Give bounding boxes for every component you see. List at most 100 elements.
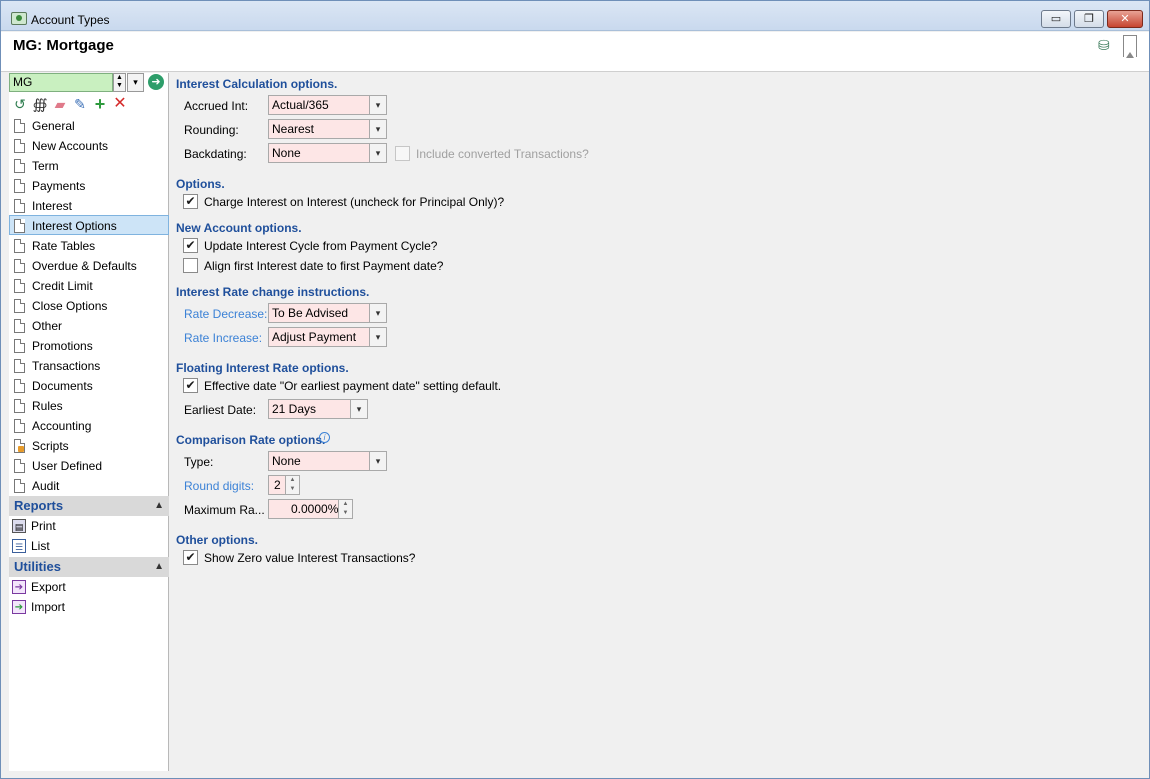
section-title-rate-change: Interest Rate change instructions. [176, 285, 370, 299]
show-zero-value-checkbox[interactable]: ✔ [183, 550, 198, 565]
spin-arrows-icon[interactable]: ▲ ▼ [285, 476, 299, 494]
sidebar-item-label: Overdue & Defaults [32, 259, 137, 273]
document-icon [14, 419, 25, 433]
eraser-icon[interactable]: ▰ [51, 95, 69, 113]
include-converted-checkbox[interactable] [395, 146, 410, 161]
sidebar-item-interest-options[interactable]: Interest Options [9, 215, 169, 235]
earliest-date-label: Earliest Date: [184, 403, 257, 417]
chevron-down-icon[interactable]: ▾ [369, 96, 386, 114]
accrued-int-select[interactable]: Actual/365 ▾ [268, 95, 387, 115]
accrued-int-label: Accrued Int: [184, 99, 249, 113]
rate-increase-value: Adjust Payment [272, 330, 357, 344]
app-icon [11, 12, 27, 25]
bookmark-icon[interactable] [1123, 35, 1137, 58]
sidebar-item-payments[interactable]: Payments [9, 175, 169, 195]
maximum-rate-stepper[interactable]: 0.0000% ▲ ▼ [268, 499, 353, 519]
accrued-int-value: Actual/365 [272, 98, 329, 112]
utilities-item-import[interactable]: ➔ Import [9, 597, 169, 617]
sidebar-item-documents[interactable]: Documents [9, 375, 169, 395]
utilities-section-header[interactable]: Utilities ▲ [9, 557, 169, 577]
money-history-icon[interactable]: ⛁ [1098, 38, 1114, 52]
add-icon[interactable]: + [91, 95, 109, 113]
sidebar-item-promotions[interactable]: Promotions [9, 335, 169, 355]
sidebar-item-new-accounts[interactable]: New Accounts [9, 135, 169, 155]
rounding-select[interactable]: Nearest ▾ [268, 119, 387, 139]
utilities-section-title: Utilities [14, 559, 61, 574]
window-title: Account Types [31, 13, 110, 27]
chevron-down-icon[interactable]: ▾ [369, 144, 386, 162]
account-type-search-input[interactable]: MG [9, 73, 113, 92]
document-icon [14, 119, 25, 133]
close-button[interactable]: ✕ [1107, 10, 1143, 28]
chevron-down-icon[interactable]: ▾ [369, 120, 386, 138]
comparison-type-value: None [272, 454, 301, 468]
rate-decrease-select[interactable]: To Be Advised ▾ [268, 303, 387, 323]
search-spin-button[interactable]: ▲ ▼ [113, 73, 126, 92]
chevron-down-icon[interactable]: ▾ [369, 452, 386, 470]
script-icon [14, 439, 25, 453]
backdating-select[interactable]: None ▾ [268, 143, 387, 163]
align-interest-date-label: Align first Interest date to first Payme… [204, 259, 444, 273]
document-icon [14, 219, 25, 233]
sidebar-item-transactions[interactable]: Transactions [9, 355, 169, 375]
binoculars-icon[interactable]: ∰ [31, 95, 49, 113]
sidebar-item-label: Transactions [32, 359, 101, 373]
sidebar-item-label: Other [32, 319, 63, 333]
sidebar-item-interest[interactable]: Interest [9, 195, 169, 215]
utilities-item-export[interactable]: ➔ Export [9, 577, 169, 597]
delete-icon[interactable]: ✕ [111, 95, 129, 113]
history-icon[interactable]: ↺ [11, 95, 29, 113]
reports-section-header[interactable]: Reports ▲ [9, 496, 169, 516]
comparison-type-select[interactable]: None ▾ [268, 451, 387, 471]
sidebar-item-term[interactable]: Term [9, 155, 169, 175]
sidebar-item-label: Rate Tables [32, 239, 96, 253]
chevron-down-icon[interactable]: ▾ [369, 328, 386, 346]
section-title-comparison: Comparison Rate options. [176, 433, 326, 447]
document-icon [14, 479, 25, 493]
sidebar-item-rate-tables[interactable]: Rate Tables [9, 235, 169, 255]
info-icon[interactable]: i [319, 432, 330, 443]
sidebar-item-user-defined[interactable]: User Defined [9, 455, 169, 475]
sidebar-item-overdue-defaults[interactable]: Overdue & Defaults [9, 255, 169, 275]
rate-increase-select[interactable]: Adjust Payment ▾ [268, 327, 387, 347]
reports-item-print[interactable]: ▤ Print [9, 516, 169, 536]
pencil-icon[interactable]: ✎ [71, 95, 89, 113]
sidebar-item-label: User Defined [32, 459, 103, 473]
chevron-down-icon[interactable]: ▾ [369, 304, 386, 322]
sidebar-item-other[interactable]: Other [9, 315, 169, 335]
collapse-caret-icon[interactable]: ▲ [154, 496, 164, 516]
spin-arrows-icon[interactable]: ▲ ▼ [338, 500, 352, 518]
document-icon [14, 459, 25, 473]
update-interest-cycle-label: Update Interest Cycle from Payment Cycle… [204, 239, 438, 253]
title-bar: Account Types ▭ ❐ ✕ [1, 1, 1149, 31]
sidebar-item-close-options[interactable]: Close Options [9, 295, 169, 315]
earliest-date-select[interactable]: 21 Days ▾ [268, 399, 368, 419]
effective-date-checkbox[interactable]: ✔ [183, 378, 198, 393]
section-title-options: Options. [176, 177, 225, 191]
backdating-value: None [272, 146, 301, 160]
maximize-button[interactable]: ❐ [1074, 10, 1104, 28]
update-interest-cycle-checkbox[interactable]: ✔ [183, 238, 198, 253]
round-digits-stepper[interactable]: 2 ▲ ▼ [268, 475, 300, 495]
sidebar-item-label: Promotions [32, 339, 93, 353]
sidebar-item-rules[interactable]: Rules [9, 395, 169, 415]
align-interest-date-checkbox[interactable] [183, 258, 198, 273]
go-arrow-icon[interactable]: ➜ [148, 74, 164, 90]
section-title-floating: Floating Interest Rate options. [176, 361, 349, 375]
document-icon [14, 179, 25, 193]
document-icon [14, 399, 25, 413]
reports-item-list[interactable]: ☰ List [9, 536, 169, 556]
sidebar-item-credit-limit[interactable]: Credit Limit [9, 275, 169, 295]
minimize-button[interactable]: ▭ [1041, 10, 1071, 28]
sidebar-item-accounting[interactable]: Accounting [9, 415, 169, 435]
rounding-label: Rounding: [184, 123, 239, 137]
section-title-other: Other options. [176, 533, 258, 547]
sidebar-item-scripts[interactable]: Scripts [9, 435, 169, 455]
sidebar-item-general[interactable]: General [9, 115, 169, 135]
charge-interest-checkbox[interactable]: ✔ [183, 194, 198, 209]
section-title-interest-calculation: Interest Calculation options. [176, 77, 338, 91]
collapse-caret-icon[interactable]: ▲ [154, 557, 164, 577]
chevron-down-icon[interactable]: ▾ [350, 400, 367, 418]
search-dropdown-button[interactable]: ▾ [127, 73, 144, 92]
sidebar-item-audit[interactable]: Audit [9, 475, 169, 495]
